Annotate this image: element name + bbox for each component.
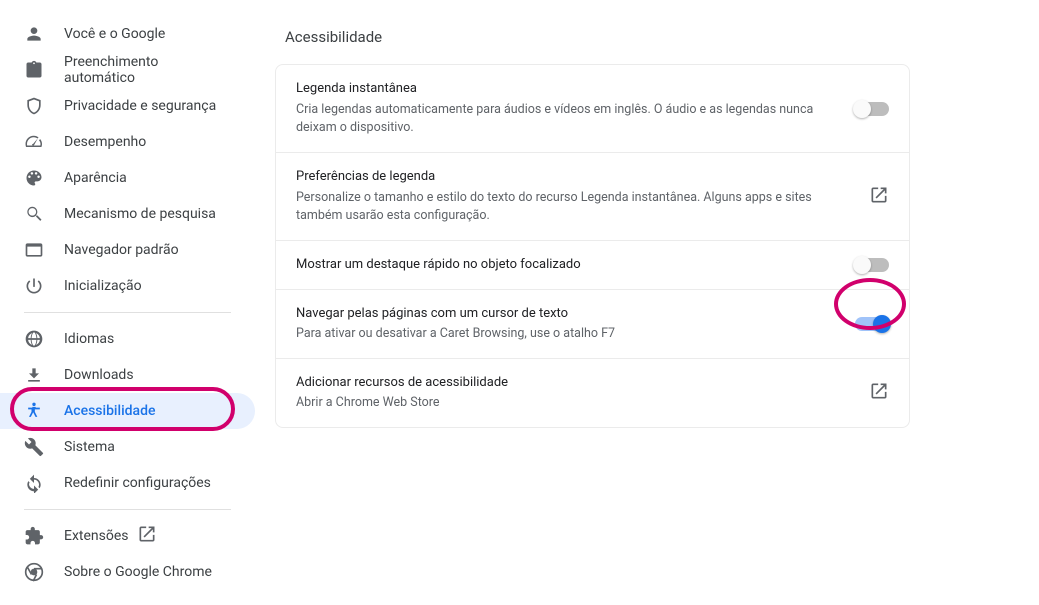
sidebar-item-label: Inicialização xyxy=(64,278,142,294)
row-text: Legenda instantâneaCria legendas automat… xyxy=(296,79,855,138)
sidebar-item-globe[interactable]: Idiomas xyxy=(0,321,255,357)
search-icon xyxy=(24,204,44,224)
row-action xyxy=(855,102,889,116)
row-action xyxy=(869,185,889,209)
sidebar-item-label: Aparência xyxy=(64,170,127,186)
sidebar-item-label: Idiomas xyxy=(64,331,114,347)
sidebar-item-label: Redefinir configurações xyxy=(64,475,211,491)
sidebar: Você e o Google Preenchimento automático P… xyxy=(0,0,255,605)
sidebar-divider xyxy=(24,509,231,510)
sidebar-divider xyxy=(24,312,231,313)
settings-row[interactable]: Preferências de legendaPersonalize o tam… xyxy=(276,153,909,241)
globe-icon xyxy=(24,329,44,349)
sidebar-item-label: Mecanismo de pesquisa xyxy=(64,206,216,222)
sidebar-item-speed[interactable]: Desempenho xyxy=(0,124,255,160)
sidebar-item-accessibility[interactable]: Acessibilidade xyxy=(0,393,255,429)
chrome-icon xyxy=(24,562,44,582)
sidebar-item-label: Privacidade e segurança xyxy=(64,98,216,114)
row-subtitle: Personalize o tamanho e estilo do texto … xyxy=(296,189,857,227)
person-icon xyxy=(24,24,44,44)
row-text: Navegar pelas páginas com um cursor de t… xyxy=(296,304,855,344)
sidebar-item-label: Downloads xyxy=(64,367,134,383)
sidebar-item-label: Sobre o Google Chrome xyxy=(64,564,212,580)
settings-row: Legenda instantâneaCria legendas automat… xyxy=(276,65,909,153)
sidebar-item-power[interactable]: Inicialização xyxy=(0,268,255,304)
settings-row: Navegar pelas páginas com um cursor de t… xyxy=(276,290,909,359)
sidebar-item-search[interactable]: Mecanismo de pesquisa xyxy=(0,196,255,232)
settings-card: Legenda instantâneaCria legendas automat… xyxy=(275,64,910,428)
row-action xyxy=(855,258,889,272)
wrench-icon xyxy=(24,437,44,457)
external-link-icon xyxy=(137,524,157,548)
extension-icon xyxy=(24,526,44,546)
sidebar-item-label: Navegador padrão xyxy=(64,242,179,258)
speed-icon xyxy=(24,132,44,152)
sidebar-item-label: Desempenho xyxy=(64,134,146,150)
download-icon xyxy=(24,365,44,385)
sidebar-item-clipboard[interactable]: Preenchimento automático xyxy=(0,52,255,88)
row-text: Adicionar recursos de acessibilidadeAbri… xyxy=(296,373,869,413)
browser-icon xyxy=(24,240,44,260)
main-content: Acessibilidade Legenda instantâneaCria l… xyxy=(255,0,1039,605)
toggle-switch[interactable] xyxy=(855,102,889,116)
clipboard-icon xyxy=(24,60,44,80)
row-title: Navegar pelas páginas com um cursor de t… xyxy=(296,304,843,324)
sidebar-item-label: Sistema xyxy=(64,439,115,455)
power-icon xyxy=(24,276,44,296)
sidebar-item-reset[interactable]: Redefinir configurações xyxy=(0,465,255,501)
sidebar-item-chrome[interactable]: Sobre o Google Chrome xyxy=(0,554,255,590)
row-subtitle: Abrir a Chrome Web Store xyxy=(296,394,857,413)
row-action xyxy=(855,317,889,331)
row-title: Mostrar um destaque rápido no objeto foc… xyxy=(296,255,843,275)
reset-icon xyxy=(24,473,44,493)
row-title: Legenda instantânea xyxy=(296,79,843,99)
sidebar-item-shield[interactable]: Privacidade e segurança xyxy=(0,88,255,124)
open-external-icon[interactable] xyxy=(869,381,889,405)
accessibility-icon xyxy=(24,401,44,421)
sidebar-item-palette[interactable]: Aparência xyxy=(0,160,255,196)
row-subtitle: Para ativar ou desativar a Caret Browsin… xyxy=(296,325,843,344)
sidebar-item-person[interactable]: Você e o Google xyxy=(0,16,255,52)
sidebar-item-label: Você e o Google xyxy=(64,26,165,42)
page-title: Acessibilidade xyxy=(285,28,1029,46)
sidebar-item-extension[interactable]: Extensões xyxy=(0,518,255,554)
row-title: Preferências de legenda xyxy=(296,167,857,187)
row-subtitle: Cria legendas automaticamente para áudio… xyxy=(296,101,843,139)
row-title: Adicionar recursos de acessibilidade xyxy=(296,373,857,393)
sidebar-item-label: Preenchimento automático xyxy=(64,54,231,86)
row-action xyxy=(869,381,889,405)
shield-icon xyxy=(24,96,44,116)
settings-row: Mostrar um destaque rápido no objeto foc… xyxy=(276,241,909,290)
palette-icon xyxy=(24,168,44,188)
row-text: Preferências de legendaPersonalize o tam… xyxy=(296,167,869,226)
toggle-switch[interactable] xyxy=(855,317,889,331)
sidebar-item-download[interactable]: Downloads xyxy=(0,357,255,393)
sidebar-item-label: Extensões xyxy=(64,528,129,544)
sidebar-item-browser[interactable]: Navegador padrão xyxy=(0,232,255,268)
sidebar-item-wrench[interactable]: Sistema xyxy=(0,429,255,465)
settings-row[interactable]: Adicionar recursos de acessibilidadeAbri… xyxy=(276,359,909,427)
open-external-icon[interactable] xyxy=(869,185,889,209)
sidebar-item-label: Acessibilidade xyxy=(64,403,155,419)
toggle-switch[interactable] xyxy=(855,258,889,272)
row-text: Mostrar um destaque rápido no objeto foc… xyxy=(296,255,855,275)
